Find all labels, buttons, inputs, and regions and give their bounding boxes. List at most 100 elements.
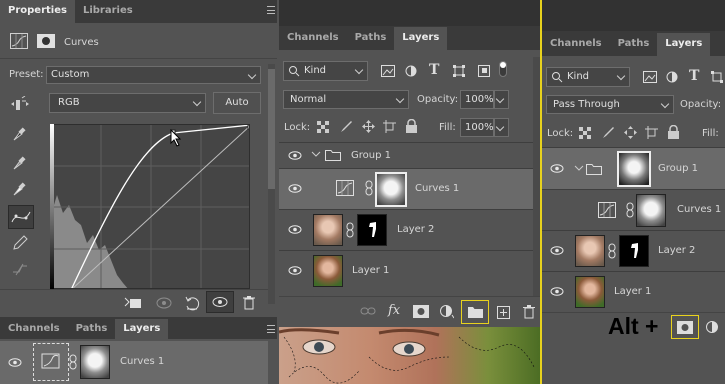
smooth-icon[interactable] [12,262,28,276]
eye-icon[interactable] [550,287,564,296]
layer-row-layer2[interactable]: Layer 2 [279,209,533,250]
blend-mode-dropdown[interactable]: Normal [283,90,409,109]
lock-all-icon[interactable] [668,125,679,139]
chevron-down-icon[interactable] [311,150,321,158]
tab-channels[interactable]: Channels [542,33,610,56]
layer-row[interactable]: Curves 1 [0,341,268,384]
filter-adjustment-icon[interactable] [405,65,417,77]
lock-all-icon[interactable] [406,119,417,133]
fill-label: Fill: [702,128,719,139]
lock-artboard-icon[interactable] [383,120,396,133]
tab-libraries[interactable]: Libraries [75,0,141,23]
filter-smartobject-icon[interactable] [478,65,490,77]
tab-layers[interactable]: Layers [394,27,448,50]
eye-icon[interactable] [550,246,564,255]
tab-layers[interactable]: Layers [657,33,711,56]
tab-paths[interactable]: Paths [68,319,116,339]
panel-menu-icon[interactable] [267,325,275,333]
mask-thumbnail[interactable] [619,235,649,267]
opacity-dropdown[interactable] [494,90,509,109]
fill-dropdown[interactable] [494,118,509,137]
tab-channels[interactable]: Channels [0,319,68,339]
filter-shape-icon[interactable] [453,65,465,77]
filter-shape-icon[interactable] [711,71,723,83]
curves-graph[interactable] [50,124,250,289]
middle-scrollbar[interactable] [533,57,540,297]
properties-scrollbar[interactable] [268,64,275,304]
filter-adjustment-icon[interactable] [666,71,678,83]
eye-icon[interactable] [288,266,302,275]
filter-type-icon[interactable]: T [689,68,699,84]
layer-row-layer1[interactable]: Layer 1 [279,250,533,291]
new-layer-icon[interactable] [497,306,510,319]
lock-position-icon[interactable] [624,126,637,139]
folder-icon[interactable] [468,306,483,318]
mask-thumbnail[interactable] [636,194,666,227]
layer-row-group[interactable]: Group 1 [542,147,725,189]
reset-icon[interactable] [184,295,200,311]
eyedropper-black-icon[interactable] [12,126,26,142]
channel-dropdown[interactable]: RGB [49,93,206,113]
lock-image-icon[interactable] [340,120,353,133]
link-icon[interactable] [69,354,77,370]
link-icon[interactable] [608,243,616,259]
auto-button[interactable]: Auto [213,92,261,114]
tab-layers[interactable]: Layers [115,319,169,339]
eye-icon[interactable] [550,164,564,173]
filter-type-icon[interactable]: T [429,62,439,78]
tab-paths[interactable]: Paths [610,33,658,56]
lock-transparent-icon[interactable] [579,127,591,139]
mask-thumbnail[interactable] [357,214,387,246]
trash-icon[interactable] [523,305,535,319]
filter-kind-dropdown[interactable]: Kind [546,67,630,87]
link-icon[interactable] [346,222,354,238]
layer-row-curves[interactable]: Curves 1 [542,189,725,230]
group-mask-thumbnail[interactable] [617,151,651,187]
trash-icon[interactable] [242,295,256,310]
blend-mode-dropdown[interactable]: Pass Through [546,95,674,114]
lock-position-icon[interactable] [362,120,375,133]
layer-row-group[interactable]: Group 1 [279,142,533,168]
filter-toggle[interactable] [499,61,507,77]
link-icon[interactable] [365,180,373,196]
view-previous-icon[interactable] [155,296,173,310]
add-mask-icon[interactable] [677,321,693,334]
panel-menu-icon[interactable] [267,6,275,14]
link-layers-icon[interactable] [360,307,376,315]
pencil-icon[interactable] [12,235,28,251]
lock-image-icon[interactable] [602,126,615,139]
lock-artboard-icon[interactable] [645,126,658,139]
eye-icon[interactable] [288,225,302,234]
layer-row-layer2[interactable]: Layer 2 [542,230,725,271]
layer-row-curves[interactable]: Curves 1 [279,168,533,209]
eye-icon[interactable] [8,358,22,367]
tab-properties[interactable]: Properties [0,0,75,23]
link-icon[interactable] [626,202,634,218]
eyedropper-white-icon[interactable] [12,181,26,197]
mask-thumbnail[interactable] [375,172,407,207]
tab-channels[interactable]: Channels [279,27,347,50]
curve-edit-icon[interactable] [8,205,34,229]
visibility-toggle-icon[interactable] [206,291,234,313]
filter-kind-dropdown[interactable]: Kind [283,61,368,81]
mask-icon[interactable] [37,34,55,48]
on-image-adjust-icon[interactable] [10,96,30,112]
fill-input[interactable]: 100% [460,118,494,137]
adjustment-icon[interactable] [440,305,454,319]
preset-dropdown[interactable]: Custom [46,66,261,84]
fx-icon[interactable]: fx [388,303,400,318]
clip-to-layer-icon[interactable] [124,296,142,310]
chevron-down-icon[interactable] [574,164,584,172]
lock-transparent-icon[interactable] [317,121,329,133]
eye-icon[interactable] [288,184,302,193]
add-mask-icon[interactable] [413,305,429,318]
layer-row-layer1[interactable]: Layer 1 [542,271,725,312]
filter-pixel-icon[interactable] [381,65,395,77]
eyedropper-gray-icon[interactable] [12,155,26,171]
eye-icon[interactable] [288,151,302,160]
adjustment-icon[interactable] [706,321,720,335]
mask-thumbnail[interactable] [80,345,110,379]
filter-pixel-icon[interactable] [643,71,657,83]
opacity-input[interactable]: 100% [460,90,494,109]
tab-paths[interactable]: Paths [347,27,395,50]
